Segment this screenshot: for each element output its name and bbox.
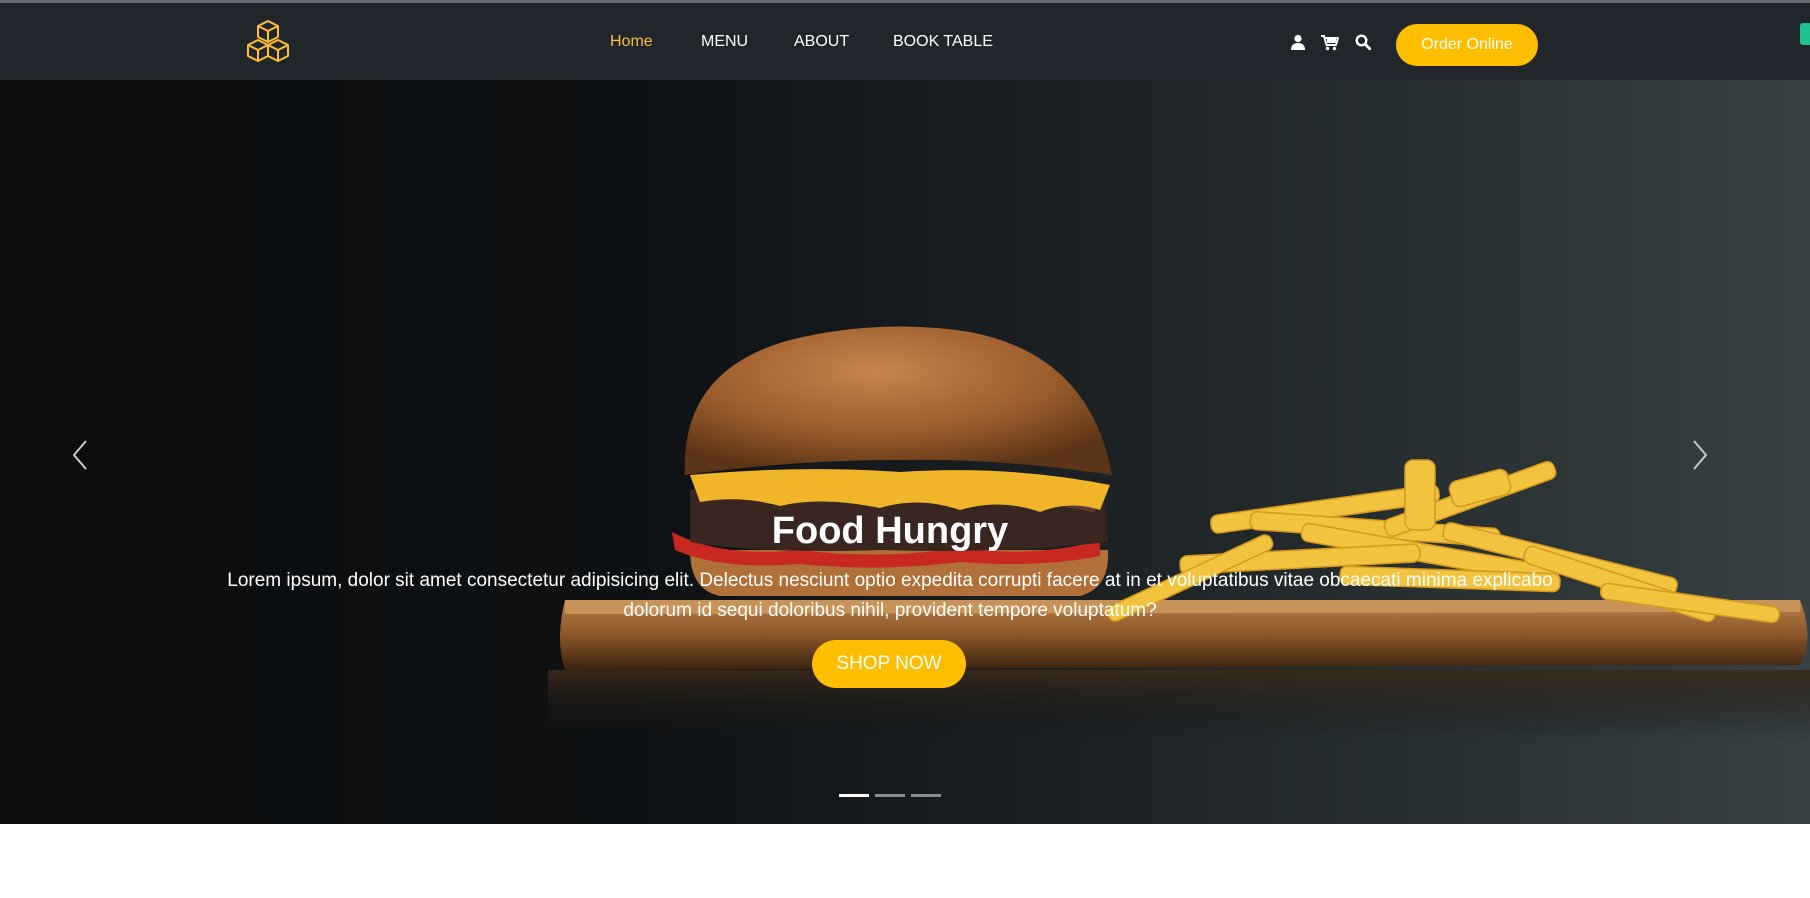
order-online-button[interactable]: Order Online [1396,24,1538,66]
nav-home[interactable]: Home [610,33,653,51]
nav-book-table[interactable]: BOOK TABLE [893,33,993,51]
extension-badge[interactable] [1800,23,1810,45]
hero-carousel: Food Hungry Lorem ipsum, dolor sit amet … [0,80,1810,824]
carousel-indicator-1[interactable] [839,794,869,797]
hero-title: Food Hungry [771,510,1009,552]
carousel-next-arrow-icon[interactable] [1684,435,1714,475]
hero-description: Lorem ipsum, dolor sit amet consectetur … [227,570,1553,621]
carousel-indicator-3[interactable] [911,794,941,797]
hero-burger-fries-image [548,326,1810,740]
search-icon[interactable] [1352,31,1374,53]
nav-menu[interactable]: MENU [701,33,748,51]
carousel-prev-arrow-icon[interactable] [66,435,96,475]
carousel-indicator-2[interactable] [875,794,905,797]
shop-now-button[interactable]: SHOP NOW [812,640,966,688]
cart-icon[interactable] [1319,31,1341,53]
site-header: Home MENU ABOUT BOOK TABLE Order Online [0,3,1810,81]
logo-cubes-icon[interactable] [240,19,296,67]
carousel-indicators [0,794,1810,798]
user-icon[interactable] [1287,31,1309,53]
nav-about[interactable]: ABOUT [794,33,849,51]
